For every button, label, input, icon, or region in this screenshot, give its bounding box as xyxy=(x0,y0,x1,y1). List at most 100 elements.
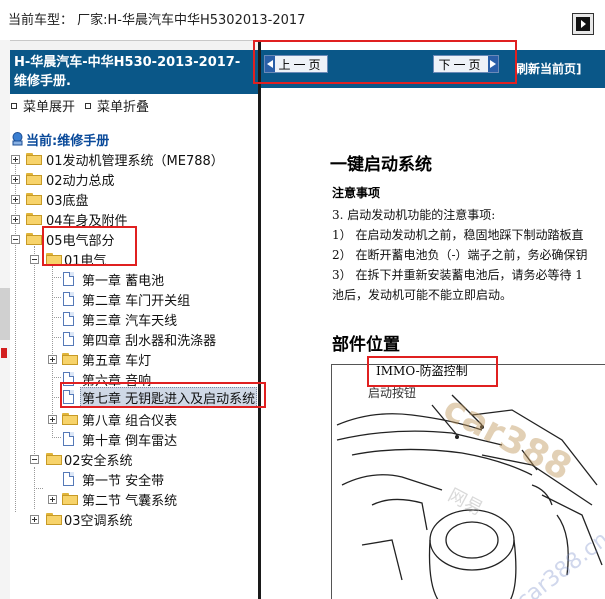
start-button-label: 启动按钮 xyxy=(368,386,417,400)
arrow-right-icon xyxy=(488,56,498,72)
tree-item-label: 第八章 组合仪表 xyxy=(82,413,178,429)
tree-item-air-conditioning[interactable]: 03空调系统 xyxy=(10,510,258,529)
tree-item-powertrain[interactable]: 02动力总成 xyxy=(10,170,258,189)
left-edge-strip xyxy=(0,40,10,599)
folder-open-icon xyxy=(46,253,62,265)
tree-item-label: 第五章 车灯 xyxy=(82,353,152,369)
tree-item-chapter-2[interactable]: 第二章 车门开关组 xyxy=(10,290,258,309)
expand-toggle-icon[interactable] xyxy=(11,155,20,164)
tree-item-safety[interactable]: 02安全系统 xyxy=(10,450,258,469)
document-icon xyxy=(63,472,74,486)
note-line: 3. 启动发动机功能的注意事项: xyxy=(332,208,496,222)
collapse-toggle-icon[interactable] xyxy=(30,455,39,464)
tree-item-label: 03空调系统 xyxy=(64,513,133,529)
document-icon xyxy=(63,390,74,404)
expand-toggle-icon[interactable] xyxy=(11,175,20,184)
tree-item-engine-management[interactable]: 01发动机管理系统（ME788） xyxy=(10,150,258,169)
menu-controls: 菜单展开 菜单折叠 xyxy=(10,94,258,120)
folder-icon xyxy=(26,213,42,225)
tree-item-label: 第一节 安全带 xyxy=(82,473,165,489)
document-icon xyxy=(63,312,74,326)
play-icon xyxy=(576,17,590,31)
tree-item-label: 02安全系统 xyxy=(64,453,133,469)
tree-item-chapter-3[interactable]: 第三章 汽车天线 xyxy=(10,310,258,329)
note-line: 2） 在断开蓄电池负（-）端子之前，务必确保钥 xyxy=(332,248,588,262)
tree-item-label: 第三章 汽车天线 xyxy=(82,313,178,329)
tree-item-label: 第二节 气囊系统 xyxy=(82,493,178,509)
note-line: 3） 在拆下并重新安装蓄电池后，请务必等待 1 xyxy=(332,268,583,282)
folder-open-icon xyxy=(46,453,62,465)
next-page-label: 下一页 xyxy=(438,57,484,72)
previous-page-label: 上一页 xyxy=(278,57,324,72)
folder-icon xyxy=(26,193,42,205)
tree-item-label: 01发动机管理系统（ME788） xyxy=(46,153,224,169)
menu-expand-label: 菜单展开 xyxy=(23,100,76,115)
tree-item-section-1[interactable]: 第一节 安全带 xyxy=(10,470,258,489)
menu-collapse-button[interactable]: 菜单折叠 xyxy=(85,96,149,115)
tree-item-label: 03底盘 xyxy=(46,193,89,209)
collapse-icon xyxy=(85,102,91,109)
expand-toggle-icon[interactable] xyxy=(30,515,39,524)
folder-icon xyxy=(62,353,78,365)
tree-item-label: 第二章 车门开关组 xyxy=(82,293,191,309)
folder-open-icon xyxy=(26,233,42,245)
content-panel: 上一页 下一页 刷新当前页] 一键启动系统 注意事项 3. 启动发动机功能的注意… xyxy=(258,40,605,599)
expand-toggle-icon[interactable] xyxy=(48,415,57,424)
notes-heading: 注意事项 xyxy=(332,186,381,200)
folder-icon xyxy=(46,513,62,525)
expand-toggle-icon[interactable] xyxy=(48,355,57,364)
red-marker xyxy=(1,348,7,358)
top-bar: 当前车型： 厂家:H-华晨汽车中华H5302013-2017 xyxy=(0,0,605,41)
tree-item-chassis[interactable]: 03底盘 xyxy=(10,190,258,209)
document-icon xyxy=(63,292,74,306)
menu-expand-button[interactable]: 菜单展开 xyxy=(11,96,75,115)
parts-location-heading: 部件位置 xyxy=(332,335,400,355)
toggle-panel-button[interactable] xyxy=(572,13,594,35)
tree-item-electrical[interactable]: 05电气部分 xyxy=(10,230,258,249)
previous-page-button[interactable]: 上一页 xyxy=(264,55,328,73)
document-icon xyxy=(63,332,74,346)
tree-item-label: 01电气 xyxy=(64,253,107,269)
folder-icon xyxy=(62,413,78,425)
expand-toggle-icon[interactable] xyxy=(11,195,20,204)
note-line: 1） 在启动发动机之前，稳固地踩下制动踏板直 xyxy=(332,228,584,242)
left-nav-panel: H-华晨汽车-中华H530-2013-2017- 维修手册. 菜单展开 菜单折叠 xyxy=(10,50,258,599)
folder-icon xyxy=(26,153,42,165)
tree-item-chapter-7[interactable]: 第七章 无钥匙进入及启动系统 xyxy=(10,386,258,408)
expand-icon xyxy=(11,102,17,109)
tree-item-label: 02动力总成 xyxy=(46,173,115,189)
tree-item-electrical-01[interactable]: 01电气 xyxy=(10,250,258,269)
document-view: 一键启动系统 注意事项 3. 启动发动机功能的注意事项: 1） 在启动发动机之前… xyxy=(258,88,605,599)
tree-item-chapter-4[interactable]: 第四章 刮水器和洗涤器 xyxy=(10,330,258,349)
tree-item-section-2[interactable]: 第二节 气囊系统 xyxy=(10,490,258,509)
arrow-left-icon xyxy=(265,56,275,72)
tree-item-chapter-1[interactable]: 第一章 蓄电池 xyxy=(10,270,258,289)
book-icon xyxy=(11,132,24,146)
tree-item-chapter-8[interactable]: 第八章 组合仪表 xyxy=(10,410,258,429)
page-nav-bar: 上一页 下一页 刷新当前页] xyxy=(258,50,605,88)
tree-item-chapter-10[interactable]: 第十章 倒车雷达 xyxy=(10,430,258,449)
note-line: 池后，发动机可能不能立即启动。 xyxy=(332,288,513,302)
folder-icon xyxy=(26,173,42,185)
collapse-toggle-icon[interactable] xyxy=(30,255,39,264)
tree-item-label: 第四章 刮水器和洗涤器 xyxy=(82,333,217,349)
panel-divider[interactable] xyxy=(258,40,261,599)
tree-item-label: 第一章 蓄电池 xyxy=(82,273,165,289)
expand-toggle-icon[interactable] xyxy=(11,215,20,224)
tree-item-chapter-5[interactable]: 第五章 车灯 xyxy=(10,350,258,369)
tree-item-label: 04车身及附件 xyxy=(46,213,128,229)
tree-item-chapter-6[interactable]: 第六章 音响 xyxy=(10,370,258,389)
tree-item-label-selected: 第七章 无钥匙进入及启动系统 xyxy=(80,386,258,408)
document-icon xyxy=(63,432,74,446)
current-label: 当前:维修手册 xyxy=(26,133,110,149)
folder-icon xyxy=(62,493,78,505)
tree-item-label: 第十章 倒车雷达 xyxy=(82,433,178,449)
document-icon xyxy=(63,272,74,286)
expand-toggle-icon[interactable] xyxy=(48,495,57,504)
collapse-toggle-icon[interactable] xyxy=(11,235,20,244)
next-page-button[interactable]: 下一页 xyxy=(433,55,499,73)
manual-tree: 当前:维修手册 01发动机管理系统（ME788） 02动力总成 03底盘 04车… xyxy=(10,120,258,599)
tree-item-body-accessories[interactable]: 04车身及附件 xyxy=(10,210,258,229)
current-vehicle-title: 当前车型： 厂家:H-华晨汽车中华H5302013-2017 xyxy=(8,13,306,28)
refresh-page-link[interactable]: 刷新当前页] xyxy=(516,60,582,77)
